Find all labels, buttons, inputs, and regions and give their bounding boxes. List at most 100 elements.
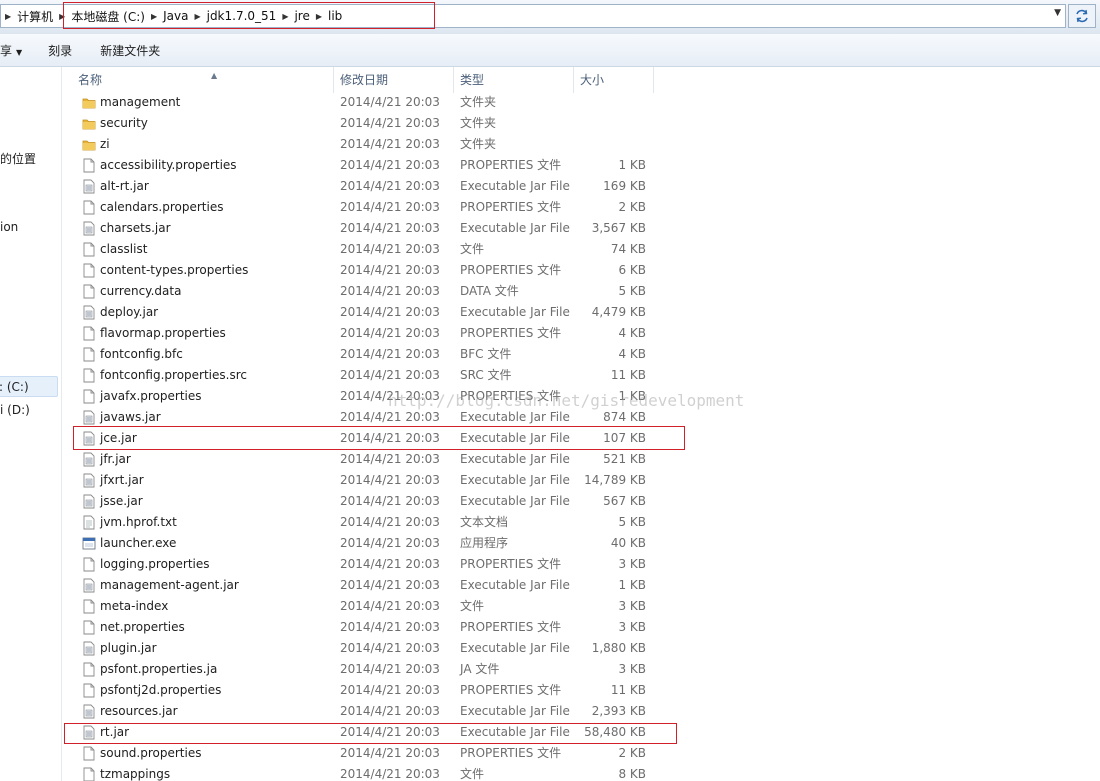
file-date: 2014/4/21 20:03 [340, 137, 440, 151]
file-row[interactable]: flavormap.properties 2014/4/21 20:03 PROPE… [62, 323, 702, 344]
file-type: Executable Jar File [460, 473, 570, 487]
file-row[interactable]: psfontj2d.properties 2014/4/21 20:03 PROPE… [62, 680, 702, 701]
file-row[interactable]: logging.properties 2014/4/21 20:03 PROPERT… [62, 554, 702, 575]
file-name: security [100, 116, 148, 130]
file-type: Executable Jar File [460, 221, 570, 235]
file-row[interactable]: plugin.jar 2014/4/21 20:03 Executable Jar … [62, 638, 702, 659]
file-date: 2014/4/21 20:03 [340, 242, 440, 256]
nav-item-drive-c[interactable]: : (C:) [0, 376, 58, 397]
column-name[interactable]: 名称 ▲ [74, 67, 334, 93]
file-row[interactable]: javaws.jar 2014/4/21 20:03 Executable Jar … [62, 407, 702, 428]
file-type: Executable Jar File [460, 452, 570, 466]
file-name: fontconfig.properties.src [100, 368, 247, 382]
file-date: 2014/4/21 20:03 [340, 641, 440, 655]
file-row[interactable]: fontconfig.properties.src 2014/4/21 20:03… [62, 365, 702, 386]
file-date: 2014/4/21 20:03 [340, 326, 440, 340]
file-name: charsets.jar [100, 221, 171, 235]
file-row[interactable]: management-agent.jar 2014/4/21 20:03 Execu… [62, 575, 702, 596]
file-date: 2014/4/21 20:03 [340, 767, 440, 781]
file-row[interactable]: meta-index 2014/4/21 20:03 文件 3 KB [62, 596, 702, 617]
jar-icon [82, 578, 96, 593]
file-type: PROPERTIES 文件 [460, 326, 562, 340]
file-name: flavormap.properties [100, 326, 226, 340]
file-date: 2014/4/21 20:03 [340, 452, 440, 466]
column-type[interactable]: 类型 [454, 67, 574, 93]
file-icon [82, 389, 96, 404]
column-date[interactable]: 修改日期 [334, 67, 454, 93]
breadcrumb-computer[interactable]: 计算机 [15, 8, 55, 25]
column-size[interactable]: 大小 [574, 67, 654, 93]
file-type: JA 文件 [460, 662, 500, 676]
file-name: accessibility.properties [100, 158, 237, 172]
file-row[interactable]: classlist 2014/4/21 20:03 文件 74 KB [62, 239, 702, 260]
file-date: 2014/4/21 20:03 [340, 536, 440, 550]
file-date: 2014/4/21 20:03 [340, 599, 440, 613]
file-type: Executable Jar File [460, 305, 570, 319]
file-size [574, 92, 646, 113]
file-row[interactable]: security 2014/4/21 20:03 文件夹 [62, 113, 702, 134]
file-row[interactable]: content-types.properties 2014/4/21 20:03 P… [62, 260, 702, 281]
file-size: 2,393 KB [591, 704, 646, 718]
file-row[interactable]: net.properties 2014/4/21 20:03 PROPERTIES … [62, 617, 702, 638]
file-row[interactable]: jsse.jar 2014/4/21 20:03 Executable Jar Fi… [62, 491, 702, 512]
share-button[interactable]: 享 ▼ [0, 42, 48, 59]
file-size: 169 KB [603, 179, 646, 193]
file-row[interactable]: deploy.jar 2014/4/21 20:03 Executable Jar … [62, 302, 702, 323]
file-type: BFC 文件 [460, 347, 512, 361]
refresh-icon [1076, 9, 1088, 23]
file-row[interactable]: calendars.properties 2014/4/21 20:03 PROPE… [62, 197, 702, 218]
file-name: calendars.properties [100, 200, 224, 214]
file-row[interactable]: management 2014/4/21 20:03 文件夹 [62, 92, 702, 113]
file-row[interactable]: zi 2014/4/21 20:03 文件夹 [62, 134, 702, 155]
file-date: 2014/4/21 20:03 [340, 662, 440, 676]
chevron-right-icon[interactable]: ▶ [1, 12, 15, 21]
file-row[interactable]: accessibility.properties 2014/4/21 20:03 P… [62, 155, 702, 176]
file-type: Executable Jar File [460, 578, 570, 592]
chevron-down-icon[interactable]: ▼ [1054, 8, 1061, 18]
file-name: alt-rt.jar [100, 179, 149, 193]
nav-item-drive-d[interactable]: i (D:) [0, 403, 30, 417]
file-row[interactable]: resources.jar 2014/4/21 20:03 Executable J… [62, 701, 702, 722]
file-name: jfr.jar [100, 452, 131, 466]
jar-icon [82, 410, 96, 425]
file-date: 2014/4/21 20:03 [340, 683, 440, 697]
file-row[interactable]: fontconfig.bfc 2014/4/21 20:03 BFC 文件 4 KB [62, 344, 702, 365]
file-type: 文本文档 [460, 515, 509, 529]
new-folder-button[interactable]: 新建文件夹 [100, 42, 174, 59]
folder-icon [82, 137, 96, 152]
nav-item-places[interactable]: 的位置 [0, 150, 36, 167]
path-highlight-box [63, 2, 435, 29]
file-name: javafx.properties [100, 389, 202, 403]
file-row[interactable]: jfxrt.jar 2014/4/21 20:03 Executable Jar F… [62, 470, 702, 491]
refresh-button[interactable] [1068, 4, 1096, 28]
file-name: net.properties [100, 620, 185, 634]
file-name: jfxrt.jar [100, 473, 144, 487]
file-type: Executable Jar File [460, 410, 570, 424]
file-name: classlist [100, 242, 148, 256]
file-row[interactable]: alt-rt.jar 2014/4/21 20:03 Executable Jar … [62, 176, 702, 197]
file-row[interactable]: tzmappings 2014/4/21 20:03 文件 8 KB [62, 764, 702, 781]
nav-item-location[interactable]: ion [0, 220, 18, 234]
watermark: http://blog.csdn.net/gisredevelopment [388, 391, 745, 410]
file-size: 4 KB [618, 347, 646, 361]
file-date: 2014/4/21 20:03 [340, 263, 440, 277]
file-type: 文件夹 [460, 137, 497, 151]
file-row[interactable]: charsets.jar 2014/4/21 20:03 Executable Ja… [62, 218, 702, 239]
file-row[interactable]: currency.data 2014/4/21 20:03 DATA 文件 5 KB [62, 281, 702, 302]
exe-icon [82, 536, 96, 551]
file-date: 2014/4/21 20:03 [340, 515, 440, 529]
folder-icon [82, 95, 96, 110]
file-row[interactable]: jfr.jar 2014/4/21 20:03 Executable Jar Fil… [62, 449, 702, 470]
file-row[interactable]: launcher.exe 2014/4/21 20:03 应用程序 40 KB [62, 533, 702, 554]
file-row[interactable]: jvm.hprof.txt 2014/4/21 20:03 文本文档 5 KB [62, 512, 702, 533]
file-type: Executable Jar File [460, 179, 570, 193]
file-name: currency.data [100, 284, 182, 298]
file-icon [82, 620, 96, 635]
file-size: 74 KB [610, 242, 646, 256]
file-row[interactable]: sound.properties 2014/4/21 20:03 PROPERTIE… [62, 743, 702, 764]
file-name: fontconfig.bfc [100, 347, 183, 361]
file-row[interactable]: psfont.properties.ja 2014/4/21 20:03 JA 文件… [62, 659, 702, 680]
file-type: Executable Jar File [460, 494, 570, 508]
burn-button[interactable]: 刻录 [48, 42, 100, 59]
file-size: 40 KB [610, 536, 646, 550]
